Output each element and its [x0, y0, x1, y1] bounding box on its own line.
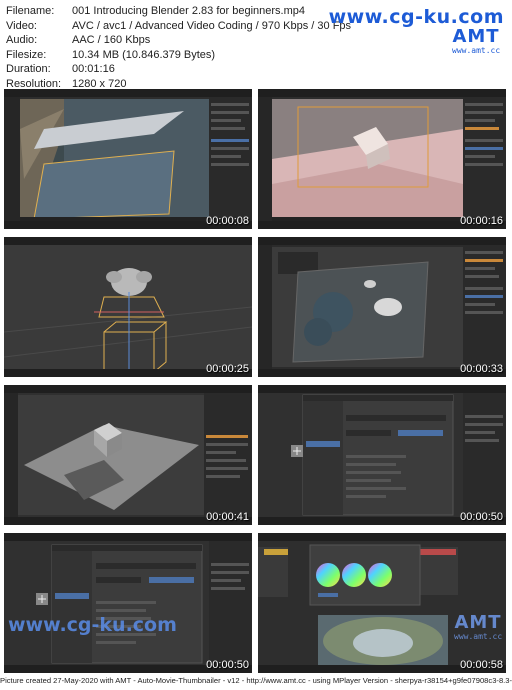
filesize-label: Filesize: [6, 48, 47, 61]
amt-logo-url-bottom: www.amt.cc [454, 632, 503, 641]
thumbnail-2[interactable]: 00:00:16 [258, 89, 506, 229]
amt-logo-text: AMT [452, 26, 500, 47]
video-label: Video: [6, 19, 37, 32]
filename-label: Filename: [6, 5, 55, 17]
timestamp: 00:00:50 [460, 511, 503, 523]
amt-logo-url: www.amt.cc [452, 46, 501, 55]
timestamp: 00:00:41 [206, 511, 249, 523]
scene-preferences-dialog [258, 385, 506, 525]
timestamp: 00:00:58 [460, 659, 503, 671]
thumbnail-8[interactable]: 00:00:58 [258, 533, 506, 673]
timestamp: 00:00:16 [460, 215, 503, 227]
scene-pink-cube [258, 89, 506, 229]
duration-value: 00:01:16 [72, 63, 115, 76]
scene-grey-cube [4, 385, 252, 525]
scene-ocean-planes [4, 89, 252, 229]
site-watermark: www.cg-ku.com [328, 6, 504, 28]
timestamp: 00:00:08 [206, 215, 249, 227]
footer-credit: Picture created 27-May-2020 with AMT - A… [0, 676, 512, 685]
thumbnail-5[interactable]: 00:00:41 [4, 385, 252, 525]
file-info: Filename: 001 Introducing Blender 2.83 fo… [6, 4, 351, 92]
scene-dark-view-objects [258, 237, 506, 377]
scene-preferences-dialog-wide [4, 533, 252, 673]
thumbnail-7[interactable]: 00:00:50 [4, 533, 252, 673]
site-watermark-bottom: www.cg-ku.com [8, 614, 177, 636]
audio-value: AAC / 160 Kbps [72, 34, 151, 47]
filesize-value: 10.34 MB (10.846.379 Bytes) [72, 48, 216, 61]
scene-color-wheels [258, 533, 506, 673]
amt-logo: AMT www.amt.cc [452, 26, 501, 56]
thumbnail-6[interactable]: 00:00:50 [258, 385, 506, 525]
duration-label: Duration: [6, 63, 51, 76]
timestamp: 00:00:25 [206, 363, 249, 375]
thumbnail-3[interactable]: 00:00:25 [4, 237, 252, 377]
thumbnail-4[interactable]: 00:00:33 [258, 237, 506, 377]
video-value: AVC / avc1 / Advanced Video Coding / 970… [72, 19, 352, 32]
thumbnail-1[interactable]: 00:00:08 [4, 89, 252, 229]
timestamp: 00:00:33 [460, 363, 503, 375]
scene-monkey-lattice [4, 237, 252, 377]
filename-value: 001 Introducing Blender 2.83 for beginne… [72, 5, 305, 17]
timestamp: 00:00:50 [206, 659, 249, 671]
audio-label: Audio: [6, 34, 38, 47]
amt-logo-text-bottom: AMT [454, 612, 502, 633]
amt-logo-bottom: AMT www.amt.cc [454, 612, 503, 642]
